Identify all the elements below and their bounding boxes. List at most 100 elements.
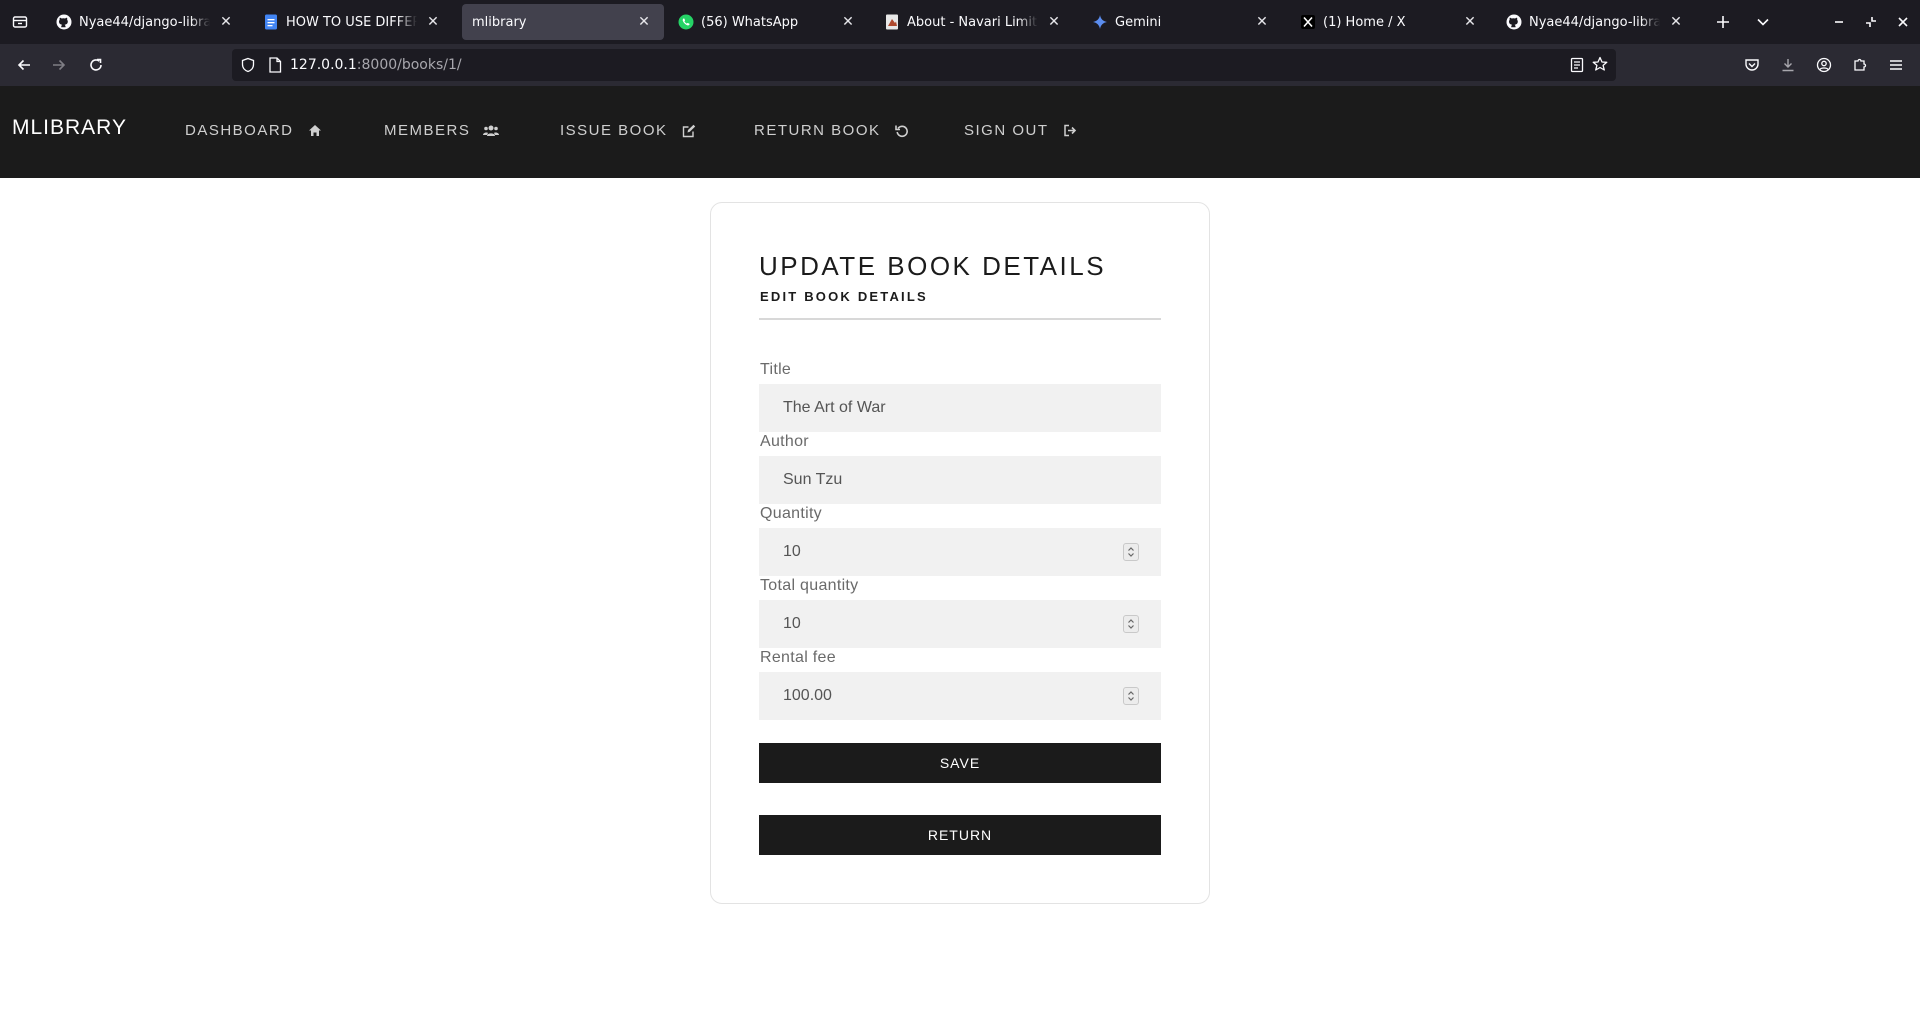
url-path: :8000/books/1/ xyxy=(356,57,462,73)
back-button[interactable] xyxy=(10,51,38,79)
page-info-icon[interactable] xyxy=(268,57,282,73)
tab-label: About - Navari Limited xyxy=(907,14,1038,30)
sign-out-icon xyxy=(1062,123,1078,139)
browser-tab[interactable]: HOW TO USE DIFFEREN ✕ xyxy=(253,4,453,40)
firefox-view-button[interactable] xyxy=(0,0,40,44)
tab-label: Nyae44/django-library- xyxy=(79,14,210,30)
title-input[interactable]: The Art of War xyxy=(759,384,1161,432)
list-all-tabs-button[interactable] xyxy=(1749,8,1777,36)
nav-label: DASHBOARD xyxy=(185,122,294,139)
nav-label: SIGN OUT xyxy=(964,122,1049,139)
stepper-icon xyxy=(1128,619,1134,629)
users-icon xyxy=(483,123,500,139)
forward-button[interactable] xyxy=(45,51,73,79)
minimize-icon xyxy=(1835,21,1843,23)
browser-tab-active[interactable]: mlibrary ✕ xyxy=(462,4,664,40)
gemini-icon xyxy=(1092,14,1108,30)
downloads-button[interactable] xyxy=(1774,51,1802,79)
close-tab-icon[interactable]: ✕ xyxy=(1460,12,1480,32)
nav-dashboard[interactable]: DASHBOARD xyxy=(185,122,323,139)
stepper-icon xyxy=(1128,691,1134,701)
restore-icon xyxy=(1866,17,1876,27)
nav-issue-book[interactable]: ISSUE BOOK xyxy=(560,122,697,139)
author-input[interactable]: Sun Tzu xyxy=(759,456,1161,504)
browser-tab[interactable]: (1) Home / X ✕ xyxy=(1290,4,1490,40)
nav-members[interactable]: MEMBERS xyxy=(384,122,500,139)
plus-icon xyxy=(1717,16,1729,28)
nav-return-book[interactable]: RETURN BOOK xyxy=(754,122,910,139)
chevron-down-icon xyxy=(1757,18,1769,26)
app-navbar: MLIBRARY DASHBOARD MEMBERS ISSUE BOOK RE… xyxy=(0,86,1920,178)
tab-label: HOW TO USE DIFFEREN xyxy=(286,14,417,30)
close-tab-icon[interactable]: ✕ xyxy=(216,12,236,32)
shield-icon[interactable] xyxy=(240,57,256,73)
bookmark-star-icon[interactable] xyxy=(1592,56,1608,72)
close-tab-icon[interactable]: ✕ xyxy=(838,12,858,32)
pocket-button[interactable] xyxy=(1738,51,1766,79)
download-icon xyxy=(1782,59,1794,72)
url-text[interactable]: 127.0.0.1:8000/books/1/ xyxy=(290,57,462,73)
nav-label: MEMBERS xyxy=(384,122,471,139)
tab-label: (56) WhatsApp xyxy=(701,14,799,30)
quantity-input[interactable]: 10 xyxy=(759,528,1161,576)
close-tab-icon[interactable]: ✕ xyxy=(634,12,654,32)
account-button[interactable] xyxy=(1810,51,1838,79)
arrow-left-icon xyxy=(17,59,30,71)
browser-toolbar: 127.0.0.1:8000/books/1/ xyxy=(0,44,1920,86)
total-quantity-input-value: 10 xyxy=(783,615,801,632)
hamburger-menu-icon xyxy=(1890,60,1902,70)
github-icon xyxy=(56,14,72,30)
close-tab-icon[interactable]: ✕ xyxy=(1666,12,1686,32)
quantity-label: Quantity xyxy=(760,505,822,522)
divider xyxy=(759,318,1161,320)
browser-tab[interactable]: About - Navari Limited ✕ xyxy=(874,4,1074,40)
reader-view-icon[interactable] xyxy=(1570,57,1584,73)
undo-icon xyxy=(894,123,910,139)
account-icon xyxy=(1816,57,1832,73)
reload-button[interactable] xyxy=(82,51,110,79)
rental-fee-stepper[interactable] xyxy=(1123,687,1139,705)
update-book-card: UPDATE BOOK DETAILS EDIT BOOK DETAILS Ti… xyxy=(710,202,1210,904)
page-subtitle: EDIT BOOK DETAILS xyxy=(760,289,928,304)
new-tab-button[interactable] xyxy=(1709,8,1737,36)
rental-fee-input[interactable]: 100.00 xyxy=(759,672,1161,720)
return-button[interactable]: RETURN xyxy=(759,815,1161,855)
close-window-button[interactable] xyxy=(1889,8,1917,36)
reload-icon xyxy=(90,58,102,71)
nav-label: ISSUE BOOK xyxy=(560,122,668,139)
x-icon xyxy=(1300,14,1316,30)
author-input-value: Sun Tzu xyxy=(783,471,843,488)
title-input-value: The Art of War xyxy=(783,399,886,416)
nav-sign-out[interactable]: SIGN OUT xyxy=(964,122,1078,139)
extensions-button[interactable] xyxy=(1846,51,1874,79)
total-quantity-input[interactable]: 10 xyxy=(759,600,1161,648)
title-label: Title xyxy=(760,361,792,378)
browser-tab[interactable]: Gemini ✕ xyxy=(1082,4,1282,40)
url-bar[interactable]: 127.0.0.1:8000/books/1/ xyxy=(232,49,1616,81)
rental-fee-label: Rental fee xyxy=(760,649,836,666)
browser-tab[interactable]: Nyae44/django-library- ✕ xyxy=(1496,4,1696,40)
home-icon xyxy=(307,123,323,139)
rental-fee-input-value: 100.00 xyxy=(783,687,832,704)
save-button[interactable]: SAVE xyxy=(759,743,1161,783)
quantity-stepper[interactable] xyxy=(1123,543,1139,561)
minimize-window-button[interactable] xyxy=(1825,8,1853,36)
url-host: 127.0.0.1 xyxy=(290,57,357,73)
close-tab-icon[interactable]: ✕ xyxy=(1044,12,1064,32)
brand-logo-text[interactable]: MLIBRARY xyxy=(12,116,127,140)
close-icon xyxy=(1898,17,1908,27)
nav-label: RETURN BOOK xyxy=(754,122,881,139)
restore-window-button[interactable] xyxy=(1857,8,1885,36)
browser-tab[interactable]: (56) WhatsApp ✕ xyxy=(668,4,868,40)
total-quantity-stepper[interactable] xyxy=(1123,615,1139,633)
app-menu-button[interactable] xyxy=(1882,51,1910,79)
puzzle-icon xyxy=(1854,58,1867,71)
edit-icon xyxy=(681,123,697,139)
browser-tab[interactable]: Nyae44/django-library- ✕ xyxy=(46,4,246,40)
arrow-right-icon xyxy=(53,59,66,71)
close-tab-icon[interactable]: ✕ xyxy=(1252,12,1272,32)
close-tab-icon[interactable]: ✕ xyxy=(423,12,443,32)
author-label: Author xyxy=(760,433,809,450)
tab-label: (1) Home / X xyxy=(1323,14,1406,30)
tab-label: Gemini xyxy=(1115,14,1162,30)
